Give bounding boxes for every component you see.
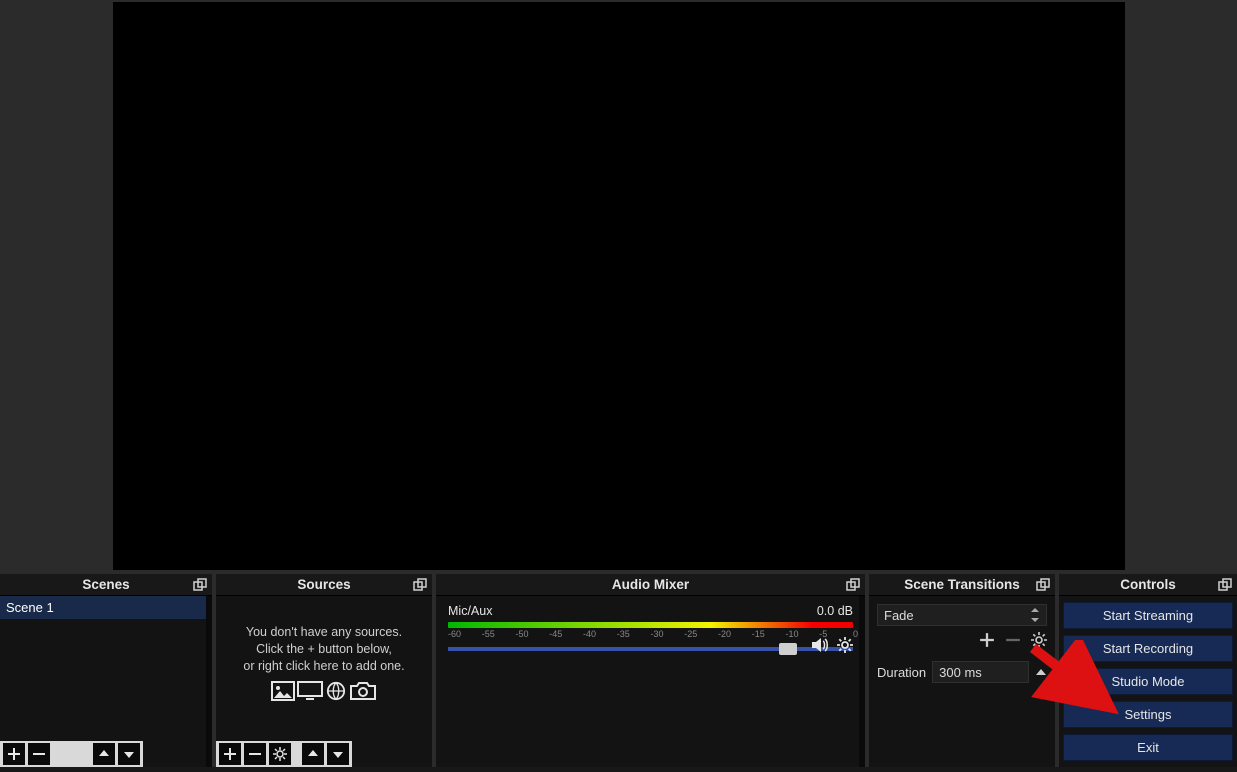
mixer-body: Mic/Aux 0.0 dB -60-55-50 -45-40-35 -30-2… [436, 596, 865, 767]
preview-canvas[interactable] [113, 2, 1125, 570]
transitions-header[interactable]: Scene Transitions [869, 574, 1055, 596]
studio-mode-button[interactable]: Studio Mode [1063, 668, 1233, 695]
transition-select[interactable]: Fade [877, 604, 1047, 626]
status-bar: LIVE: 00:00:00 REC: 00:00:00 CPU: 3.3%, … [0, 767, 1237, 772]
display-source-icon [297, 681, 323, 701]
controls-title: Controls [1120, 577, 1176, 592]
gear-icon[interactable] [837, 637, 853, 656]
speaker-icon[interactable] [811, 637, 829, 656]
popout-icon[interactable] [1035, 577, 1051, 593]
sources-empty-line3: or right click here to add one. [222, 658, 426, 675]
browser-source-icon [325, 681, 347, 701]
transition-duration-input[interactable]: 300 ms [932, 661, 1029, 683]
sources-order-toolbar [299, 741, 352, 767]
popout-icon[interactable] [192, 577, 208, 593]
controls-body: Start Streaming Start Recording Studio M… [1059, 596, 1237, 767]
add-scene-button[interactable] [3, 743, 25, 765]
remove-transition-button[interactable] [1005, 632, 1021, 651]
scene-down-button[interactable] [118, 743, 140, 765]
remove-source-button[interactable] [244, 743, 266, 765]
mixer-level-label: 0.0 dB [817, 604, 853, 618]
meter-ticks: -60-55-50 -45-40-35 -30-25-20 -15-10-5 0 [448, 629, 853, 639]
sources-title: Sources [297, 577, 350, 592]
scenes-header[interactable]: Scenes [0, 574, 212, 596]
audio-meter [448, 622, 853, 628]
source-down-button[interactable] [327, 743, 349, 765]
popout-icon[interactable] [412, 577, 428, 593]
scenes-title: Scenes [82, 577, 129, 592]
controls-panel: Controls Start Streaming Start Recording… [1059, 574, 1237, 767]
source-up-button[interactable] [302, 743, 324, 765]
mixer-channel-name: Mic/Aux [448, 604, 492, 618]
volume-slider-thumb[interactable] [779, 643, 797, 655]
app-root: Scenes Scene 1 Sources [0, 0, 1237, 772]
sources-empty-line1: You don't have any sources. [222, 624, 426, 641]
scene-item[interactable]: Scene 1 [0, 596, 212, 619]
add-source-button[interactable] [219, 743, 241, 765]
transition-duration-value: 300 ms [939, 665, 982, 680]
transitions-body: Fade Duration 300 ms [869, 596, 1055, 767]
transition-duration-label: Duration [877, 665, 926, 680]
sources-body[interactable]: You don't have any sources. Click the + … [216, 596, 432, 767]
settings-button[interactable]: Settings [1063, 701, 1233, 728]
start-recording-button[interactable]: Start Recording [1063, 635, 1233, 662]
mixer-title: Audio Mixer [612, 577, 689, 592]
volume-slider[interactable] [448, 647, 853, 651]
audio-mixer-panel: Audio Mixer Mic/Aux 0.0 dB -60-55-50 -45… [436, 574, 865, 767]
transitions-title: Scene Transitions [904, 577, 1020, 592]
mixer-header[interactable]: Audio Mixer [436, 574, 865, 596]
scenes-panel: Scenes Scene 1 [0, 574, 212, 767]
preview-area [0, 0, 1237, 572]
transition-selected: Fade [884, 608, 914, 623]
sources-empty-line2: Click the + button below, [222, 641, 426, 658]
popout-icon[interactable] [1217, 577, 1233, 593]
source-type-icons [222, 681, 426, 701]
scenes-body: Scene 1 [0, 596, 212, 767]
scrollbar[interactable] [859, 596, 865, 767]
start-streaming-button[interactable]: Start Streaming [1063, 602, 1233, 629]
add-transition-button[interactable] [979, 632, 995, 651]
bottom-dock: Scenes Scene 1 Sources [0, 572, 1237, 767]
exit-button[interactable]: Exit [1063, 734, 1233, 761]
chevron-up-icon[interactable] [1035, 665, 1047, 680]
remove-scene-button[interactable] [28, 743, 50, 765]
scene-up-button[interactable] [93, 743, 115, 765]
sources-header[interactable]: Sources [216, 574, 432, 596]
scrollbar[interactable] [206, 596, 212, 767]
sources-empty-message: You don't have any sources. Click the + … [216, 596, 432, 709]
sources-toolbar [216, 741, 299, 767]
popout-icon[interactable] [845, 577, 861, 593]
transitions-panel: Scene Transitions Fade Duration [869, 574, 1055, 767]
source-properties-button[interactable] [269, 743, 291, 765]
controls-header[interactable]: Controls [1059, 574, 1237, 596]
sources-panel: Sources You don't have any sources. Clic… [216, 574, 432, 767]
image-source-icon [271, 681, 295, 701]
transition-properties-button[interactable] [1031, 632, 1047, 651]
camera-source-icon [349, 681, 377, 701]
scenes-toolbar [0, 741, 143, 767]
